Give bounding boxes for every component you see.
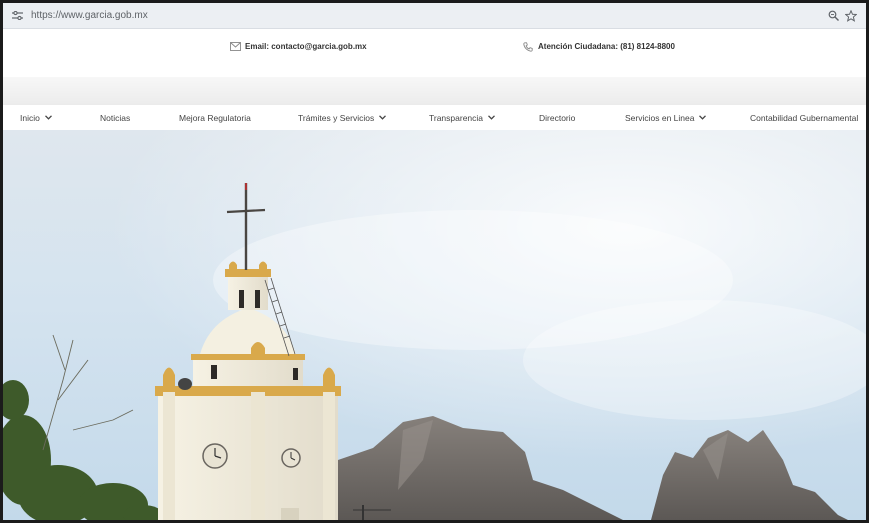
nav-item-label: Contabilidad Gubernamental	[750, 112, 859, 123]
chevron-down-icon	[699, 115, 707, 120]
nav-item-label: Servicios en Linea	[625, 112, 695, 123]
email-contact[interactable]: Email: contacto@garcia.gob.mx	[230, 41, 367, 52]
nav-item-label: Mejora Regulatoria	[179, 112, 251, 123]
nav-item-inicio[interactable]: Inicio	[20, 105, 52, 130]
chevron-down-icon	[379, 115, 387, 120]
nav-item-servicios-en-linea[interactable]: Servicios en Linea	[625, 105, 707, 130]
browser-window: https://www.garcia.gob.mx Email: contact…	[3, 3, 866, 520]
phone-contact[interactable]: Atención Ciudadana: (81) 8124-8800	[523, 41, 675, 52]
church-landscape-illustration	[3, 130, 866, 520]
nav-item-tramites-y-servicios[interactable]: Trámites y Servicios	[298, 105, 387, 130]
nav-item-label: Trámites y Servicios	[298, 112, 375, 123]
main-nav: Inicio Noticias Mejora Regulatoria Trámi…	[3, 105, 866, 130]
magnifier-icon[interactable]	[824, 7, 842, 25]
nav-item-mejora-regulatoria[interactable]: Mejora Regulatoria	[179, 105, 251, 130]
nav-item-label: Inicio	[20, 112, 40, 123]
tune-icon[interactable]	[9, 8, 25, 24]
hero-image	[3, 130, 866, 520]
contact-bar: Email: contacto@garcia.gob.mx Atención C…	[3, 29, 866, 77]
chevron-down-icon	[488, 115, 495, 120]
email-label: Email: contacto@garcia.gob.mx	[245, 42, 367, 51]
header-band	[3, 77, 866, 105]
nav-item-directorio[interactable]: Directorio	[539, 105, 575, 130]
nav-item-contabilidad-gubernamental[interactable]: Contabilidad Gubernamental	[750, 105, 858, 130]
nav-item-transparencia[interactable]: Transparencia	[429, 105, 495, 130]
nav-item-noticias[interactable]: Noticias	[100, 105, 130, 130]
nav-item-label: Transparencia	[429, 112, 484, 123]
phone-label: Atención Ciudadana: (81) 8124-8800	[538, 42, 675, 51]
phone-icon	[523, 41, 534, 52]
nav-item-label: Noticias	[100, 112, 131, 123]
chevron-down-icon	[44, 115, 52, 120]
url-text[interactable]: https://www.garcia.gob.mx	[31, 10, 148, 21]
nav-item-label: Directorio	[539, 112, 576, 123]
star-icon[interactable]	[842, 7, 860, 25]
envelope-icon	[230, 41, 241, 52]
address-bar[interactable]: https://www.garcia.gob.mx	[3, 3, 866, 29]
